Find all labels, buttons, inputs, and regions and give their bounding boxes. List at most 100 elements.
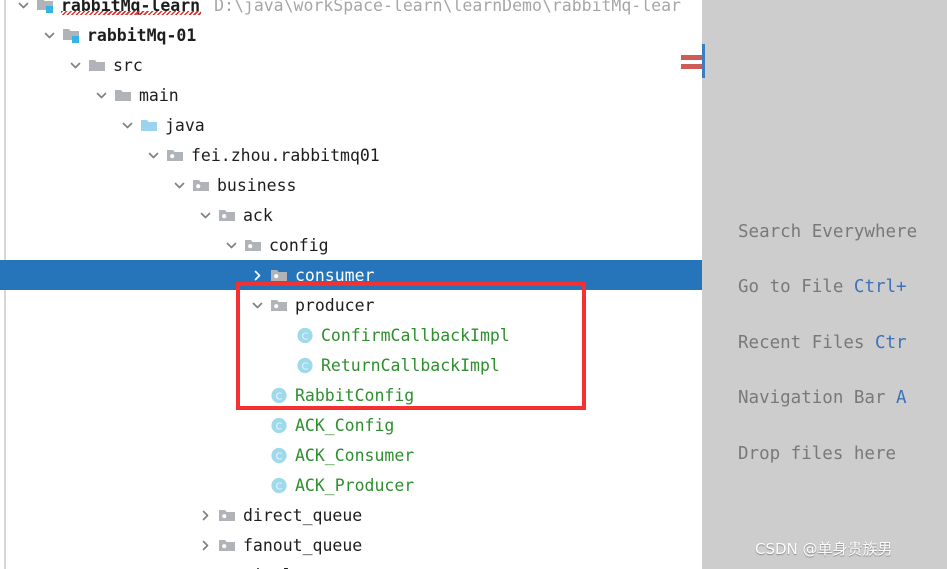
svg-text:C: C — [275, 451, 282, 462]
tree-node-main[interactable]: main — [0, 80, 702, 110]
tree-node-src[interactable]: src — [0, 50, 702, 80]
hint-shortcut: Ctrl+ — [853, 277, 907, 297]
error-stripe-marks[interactable] — [681, 55, 702, 69]
chevron-down-icon[interactable] — [12, 0, 34, 12]
svg-text:C: C — [275, 421, 282, 432]
tree-spacer-icon — [246, 479, 268, 492]
chevron-right-icon[interactable] — [194, 539, 216, 552]
empty-editor-panel: Search Everywhere Go to File Ctrl+ Recen… — [702, 0, 947, 569]
svg-text:C: C — [275, 481, 282, 492]
tree-node-label: simple_queue — [243, 566, 362, 569]
hint-label: Drop files here — [738, 444, 897, 464]
java-class-icon: C — [294, 355, 316, 375]
java-class-icon: C — [268, 415, 290, 435]
tree-node-rabbitmq-01[interactable]: rabbitMq-01 — [0, 20, 702, 50]
tree-node-ack[interactable]: ack — [0, 200, 702, 230]
tree-node-confirmcallbackimpl[interactable]: C ConfirmCallbackImpl — [0, 320, 702, 350]
tree-node-config[interactable]: config — [0, 230, 702, 260]
chevron-down-icon[interactable] — [116, 119, 138, 132]
java-class-icon: C — [268, 475, 290, 495]
tree-node-producer[interactable]: producer — [0, 290, 702, 320]
chevron-down-icon[interactable] — [90, 89, 112, 102]
tree-node-label: ack — [243, 205, 273, 225]
svg-text:C: C — [275, 391, 282, 402]
tree-spacer-icon — [246, 419, 268, 432]
tree-node-consumer[interactable]: consumer — [0, 260, 702, 290]
tree-node-label: business — [217, 175, 297, 195]
tree-node-label: config — [269, 235, 329, 255]
tree-node-label: fanout_queue — [243, 535, 363, 555]
tree-node-label: fei.zhou.rabbitmq01 — [191, 145, 380, 165]
tree-node-label: ConfirmCallbackImpl — [321, 325, 510, 345]
tree-spacer-icon — [246, 389, 268, 402]
chevron-down-icon[interactable] — [168, 179, 190, 192]
hint-label: Go to File — [738, 277, 854, 297]
hint-navigation-bar: Navigation Bar A — [738, 388, 907, 408]
tree-node-label: consumer — [295, 265, 375, 285]
hint-label: Navigation Bar — [738, 388, 897, 408]
tree-node-simple-queue[interactable]: simple_queue — [0, 560, 702, 569]
source-root-folder-icon — [138, 115, 160, 135]
tree-node-business[interactable]: business — [0, 170, 702, 200]
tree-node-label: producer — [295, 295, 375, 315]
tree-node-fei-zhou-rabbitmq01[interactable]: fei.zhou.rabbitmq01 — [0, 140, 702, 170]
package-icon — [216, 535, 238, 555]
folder-icon — [86, 55, 108, 75]
tree-spacer-icon — [246, 449, 268, 462]
package-icon — [216, 565, 238, 569]
svg-text:C: C — [301, 361, 308, 372]
tree-node-fanout-queue[interactable]: fanout_queue — [0, 530, 702, 560]
csdn-watermark: CSDN @单身贵族男 — [755, 540, 893, 558]
package-icon — [190, 175, 212, 195]
error-stripe-mark[interactable] — [681, 55, 702, 60]
tree-node-label: direct_queue — [243, 505, 363, 525]
chevron-right-icon[interactable] — [246, 269, 268, 282]
chevron-down-icon[interactable] — [64, 59, 86, 72]
hint-label: Search Everywhere — [738, 222, 918, 242]
chevron-down-icon[interactable] — [38, 29, 60, 42]
tree-node-label: ACK_Consumer — [295, 445, 415, 465]
ide-window: rabbitMq-learn D:\java\workSpace-learn\le… — [0, 0, 947, 569]
chevron-right-icon[interactable] — [194, 509, 216, 522]
java-class-icon: C — [294, 325, 316, 345]
tree-node-java[interactable]: java — [0, 110, 702, 140]
tree-node-ack-consumer[interactable]: C ACK_Consumer — [0, 440, 702, 470]
tree-node-ack-producer[interactable]: C ACK_Producer — [0, 470, 702, 500]
tree-spacer-icon — [272, 329, 294, 342]
tree-node-rabbitconfig[interactable]: C RabbitConfig — [0, 380, 702, 410]
tree-spacer-icon — [272, 359, 294, 372]
package-icon — [216, 505, 238, 525]
package-icon — [268, 295, 290, 315]
tree-node-label: ReturnCallbackImpl — [321, 355, 500, 375]
tree-node-label: rabbitMq-01 — [87, 25, 197, 45]
tree-node-returncallbackimpl[interactable]: C ReturnCallbackImpl — [0, 350, 702, 380]
tree-node-ack-config[interactable]: C ACK_Config — [0, 410, 702, 440]
chevron-down-icon[interactable] — [220, 239, 242, 252]
chevron-down-icon[interactable] — [142, 149, 164, 162]
hint-shortcut: Ctr — [874, 333, 907, 353]
spellcheck-squiggle — [61, 11, 201, 15]
chevron-down-icon[interactable] — [246, 299, 268, 312]
chevron-down-icon[interactable] — [194, 209, 216, 222]
hint-label: Recent Files — [738, 333, 875, 353]
error-stripe-mark[interactable] — [681, 64, 702, 69]
project-tool-window[interactable]: rabbitMq-learn D:\java\workSpace-learn\le… — [0, 0, 702, 569]
tree-node-direct-queue[interactable]: direct_queue — [0, 500, 702, 530]
tree-node-rabbitmq-learn[interactable]: rabbitMq-learn D:\java\workSpace-learn\le… — [0, 0, 702, 20]
